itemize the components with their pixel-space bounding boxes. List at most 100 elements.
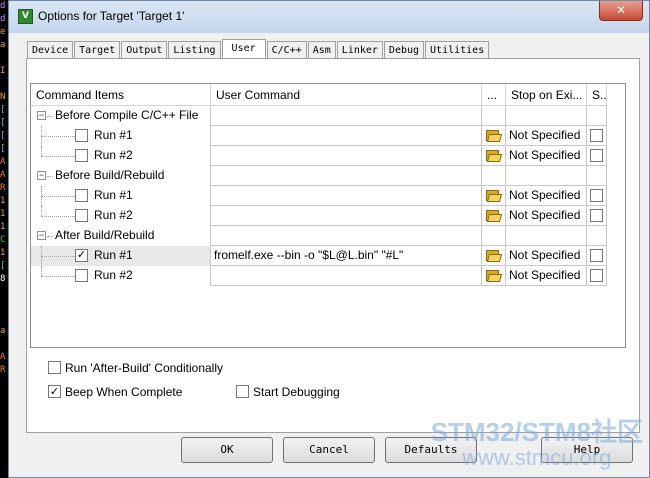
open-folder-icon[interactable] — [485, 128, 503, 143]
run-row[interactable]: Run #1 Not Specified — [31, 126, 625, 146]
run-enable-checkbox[interactable]: ✓ — [75, 249, 88, 262]
s-checkbox[interactable] — [590, 189, 603, 202]
stop-on-exit-select[interactable]: Not Specified — [506, 266, 587, 286]
start-debugging-checkbox[interactable] — [236, 385, 249, 398]
browse-cell — [482, 246, 506, 266]
tree-connector — [41, 136, 75, 137]
s-checkbox[interactable] — [590, 129, 603, 142]
start-debugging-label: Start Debugging — [253, 385, 340, 399]
user-command-field[interactable] — [211, 126, 482, 146]
browse-cell — [482, 206, 506, 226]
tree-connector — [41, 216, 75, 217]
browse-cell — [482, 186, 506, 206]
close-button[interactable]: ✕ — [599, 1, 643, 21]
stop-on-exit-select[interactable]: Not Specified — [506, 206, 587, 226]
run-enable-checkbox[interactable] — [75, 269, 88, 282]
open-folder-icon[interactable] — [485, 148, 503, 163]
tree-connector — [41, 196, 75, 197]
stop-on-exit-select[interactable]: Not Specified — [506, 186, 587, 206]
ok-button[interactable]: OK — [181, 437, 273, 463]
s-cell — [587, 186, 607, 206]
s-cell — [587, 246, 607, 266]
stop-cell — [506, 106, 587, 126]
cancel-button[interactable]: Cancel — [283, 437, 375, 463]
stop-on-exit-select[interactable]: Not Specified — [506, 126, 587, 146]
s-cell — [587, 266, 607, 286]
browse-cell — [482, 146, 506, 166]
user-command-field[interactable] — [211, 206, 482, 226]
header-browse[interactable]: ... — [482, 84, 506, 106]
folder-front — [486, 194, 503, 202]
browse-cell — [482, 266, 506, 286]
open-folder-icon[interactable] — [485, 208, 503, 223]
collapse-icon[interactable]: − — [37, 231, 46, 240]
s-cell — [587, 166, 607, 186]
stop-cell — [506, 226, 587, 246]
user-command-field[interactable] — [211, 266, 482, 286]
app-icon: V — [18, 9, 33, 24]
tree-cell: − Before Compile C/C++ File — [31, 106, 211, 126]
run-after-build-checkbox[interactable] — [48, 361, 61, 374]
folder-front — [486, 274, 503, 282]
run-label: Run #1 — [94, 248, 133, 262]
s-checkbox[interactable] — [590, 249, 603, 262]
tree-connector — [41, 266, 42, 276]
folder-front — [486, 214, 503, 222]
group-row: − Before Compile C/C++ File — [31, 106, 625, 126]
run-row[interactable]: Run #2 Not Specified — [31, 146, 625, 166]
tree-connector — [41, 206, 42, 216]
run-row[interactable]: Run #2 Not Specified — [31, 266, 625, 286]
s-cell — [587, 146, 607, 166]
s-cell — [587, 106, 607, 126]
tree-connector — [41, 146, 42, 156]
run-row[interactable]: Run #1 Not Specified — [31, 186, 625, 206]
tree-cell: − After Build/Rebuild — [31, 226, 211, 246]
run-enable-checkbox[interactable] — [75, 209, 88, 222]
collapse-icon[interactable]: − — [37, 111, 46, 120]
header-s[interactable]: S... — [587, 84, 607, 106]
run-enable-checkbox[interactable] — [75, 129, 88, 142]
open-folder-icon[interactable] — [485, 268, 503, 283]
tab-strip: Device Target Output Listing User C/C++ Asm Lin… — [27, 39, 490, 60]
run-row[interactable]: Run #2 Not Specified — [31, 206, 625, 226]
site-watermark: STM32/STM8社区 www.stmcu.org — [431, 419, 643, 471]
tab-user[interactable]: User — [221, 39, 266, 60]
stop-on-exit-select[interactable]: Not Specified — [506, 146, 587, 166]
run-label: Run #2 — [94, 148, 133, 162]
folder-front — [486, 254, 503, 262]
header-command-items[interactable]: Command Items — [31, 84, 211, 106]
run-enable-checkbox[interactable] — [75, 149, 88, 162]
s-cell — [587, 126, 607, 146]
header-user-command[interactable]: User Command — [211, 84, 482, 106]
tree-connector — [41, 256, 75, 257]
beep-when-complete-checkbox[interactable]: ✓ — [48, 385, 61, 398]
s-checkbox[interactable] — [590, 209, 603, 222]
tree-connector — [41, 276, 75, 277]
run-enable-checkbox[interactable] — [75, 189, 88, 202]
group-label: After Build/Rebuild — [55, 228, 155, 242]
collapse-icon[interactable]: − — [37, 171, 46, 180]
window-title: Options for Target 'Target 1' — [38, 9, 185, 23]
user-command-field[interactable] — [211, 186, 482, 206]
s-checkbox[interactable] — [590, 149, 603, 162]
options-dialog: V Options for Target 'Target 1' ✕ Device… — [8, 0, 650, 478]
tree-connector — [47, 176, 53, 177]
folder-front — [486, 154, 503, 162]
stop-on-exit-select[interactable]: Not Specified — [506, 246, 587, 266]
title-bar: V Options for Target 'Target 1' ✕ — [9, 1, 649, 33]
run-row[interactable]: ✓ Run #1 fromelf.exe --bin -o "$L@L.bin" "… — [31, 246, 625, 266]
open-folder-icon[interactable] — [485, 248, 503, 263]
user-command-field[interactable]: fromelf.exe --bin -o "$L@L.bin" "#L" — [211, 246, 482, 266]
tree-cell: Run #2 — [31, 266, 211, 286]
user-command-field[interactable] — [211, 146, 482, 166]
folder-front — [486, 134, 503, 142]
s-checkbox[interactable] — [590, 269, 603, 282]
header-stop-on-exit[interactable]: Stop on Exi... — [506, 84, 587, 106]
open-folder-icon[interactable] — [485, 188, 503, 203]
watermark-url: www.stmcu.org — [462, 445, 612, 470]
run-label: Run #1 — [94, 128, 133, 142]
browse-cell — [482, 226, 506, 246]
tree-cell: Run #2 — [31, 206, 211, 226]
s-cell — [587, 206, 607, 226]
user-command-cell — [211, 106, 482, 126]
